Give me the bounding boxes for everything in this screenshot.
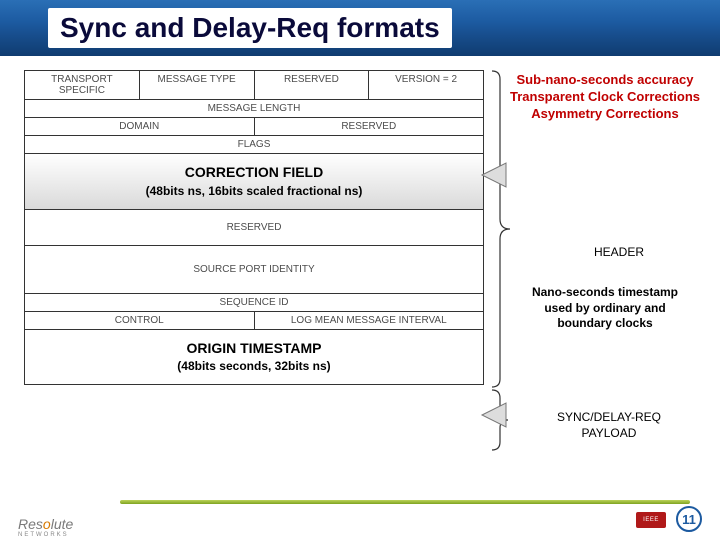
payload-line2: PAYLOAD (514, 426, 704, 442)
cell-reserved-1: RESERVED (255, 71, 370, 100)
header-title-wrap: Sync and Delay-Req formats (48, 8, 452, 48)
cell-source-port-identity: SOURCE PORT IDENTITY (25, 246, 483, 294)
logo-o: o (43, 516, 51, 532)
row-seqid: SEQUENCE ID (24, 294, 484, 312)
origin-sub: (48bits seconds, 32bits ns) (31, 359, 477, 374)
cell-reserved-2: RESERVED (255, 118, 484, 136)
header-bar: Sync and Delay-Req formats (0, 0, 720, 56)
row-flags: FLAGS (24, 136, 484, 154)
logo-subtitle: NETWORKS (18, 532, 73, 538)
cell-transport-specific: TRANSPORT SPECIFIC (25, 71, 140, 100)
cell-message-type: MESSAGE TYPE (140, 71, 255, 100)
packet-diagram: TRANSPORT SPECIFIC MESSAGE TYPE RESERVED… (24, 70, 484, 385)
accuracy-line3: Asymmetry Corrections (510, 106, 700, 123)
logo-part1: Res (18, 516, 43, 532)
annotation-payload: SYNC/DELAY-REQ PAYLOAD (514, 410, 704, 441)
accuracy-line2: Transparent Clock Corrections (510, 89, 700, 106)
ts-line2: used by ordinary and (510, 301, 700, 317)
row-domain: DOMAIN RESERVED (24, 118, 484, 136)
cell-origin-timestamp: ORIGIN TIMESTAMP (48bits seconds, 32bits… (25, 330, 483, 386)
row-control: CONTROL LOG MEAN MESSAGE INTERVAL (24, 312, 484, 330)
cell-flags: FLAGS (25, 136, 483, 154)
row-transport: TRANSPORT SPECIFIC MESSAGE TYPE RESERVED… (24, 70, 484, 100)
origin-title: ORIGIN TIMESTAMP (186, 340, 321, 356)
cell-log-mean: LOG MEAN MESSAGE INTERVAL (255, 312, 484, 330)
payload-line1: SYNC/DELAY-REQ (514, 410, 704, 426)
accuracy-line1: Sub-nano-seconds accuracy (510, 72, 700, 89)
page-number-badge: 11 (676, 506, 702, 532)
cell-message-length: MESSAGE LENGTH (25, 100, 483, 118)
footer-divider (120, 500, 690, 504)
cell-control: CONTROL (25, 312, 255, 330)
brace-payload-icon (492, 390, 508, 450)
annotation-timestamp: Nano-seconds timestamp used by ordinary … (510, 285, 700, 332)
brace-header-icon (492, 71, 510, 387)
ts-line1: Nano-seconds timestamp (510, 285, 700, 301)
row-msglen: MESSAGE LENGTH (24, 100, 484, 118)
logo: Resolute NETWORKS (18, 516, 73, 538)
logo-part2: lute (51, 516, 74, 532)
row-origin-timestamp: ORIGIN TIMESTAMP (48bits seconds, 32bits… (24, 330, 484, 386)
content-area: TRANSPORT SPECIFIC MESSAGE TYPE RESERVED… (24, 70, 696, 490)
cell-reserved-3: RESERVED (25, 210, 483, 246)
cell-version: VERSION = 2 (369, 71, 483, 100)
correction-title: CORRECTION FIELD (185, 164, 323, 180)
ts-line3: boundary clocks (510, 316, 700, 332)
cell-correction-field: CORRECTION FIELD (48bits ns, 16bits scal… (25, 154, 483, 210)
annotation-header: HEADER (524, 245, 714, 261)
arrow-accuracy-icon (482, 163, 506, 187)
row-reserved-3: RESERVED (24, 210, 484, 246)
cell-sequence-id: SEQUENCE ID (25, 294, 483, 312)
arrow-timestamp-icon (482, 403, 506, 427)
cell-domain: DOMAIN (25, 118, 255, 136)
footer: Resolute NETWORKS IEEE 11 (0, 488, 720, 540)
row-source-port: SOURCE PORT IDENTITY (24, 246, 484, 294)
slide-title: Sync and Delay-Req formats (60, 12, 440, 43)
ieee-chip: IEEE (636, 512, 666, 528)
annotation-accuracy: Sub-nano-seconds accuracy Transparent Cl… (510, 72, 700, 123)
row-correction-field: CORRECTION FIELD (48bits ns, 16bits scal… (24, 154, 484, 210)
correction-sub: (48bits ns, 16bits scaled fractional ns) (31, 184, 477, 199)
